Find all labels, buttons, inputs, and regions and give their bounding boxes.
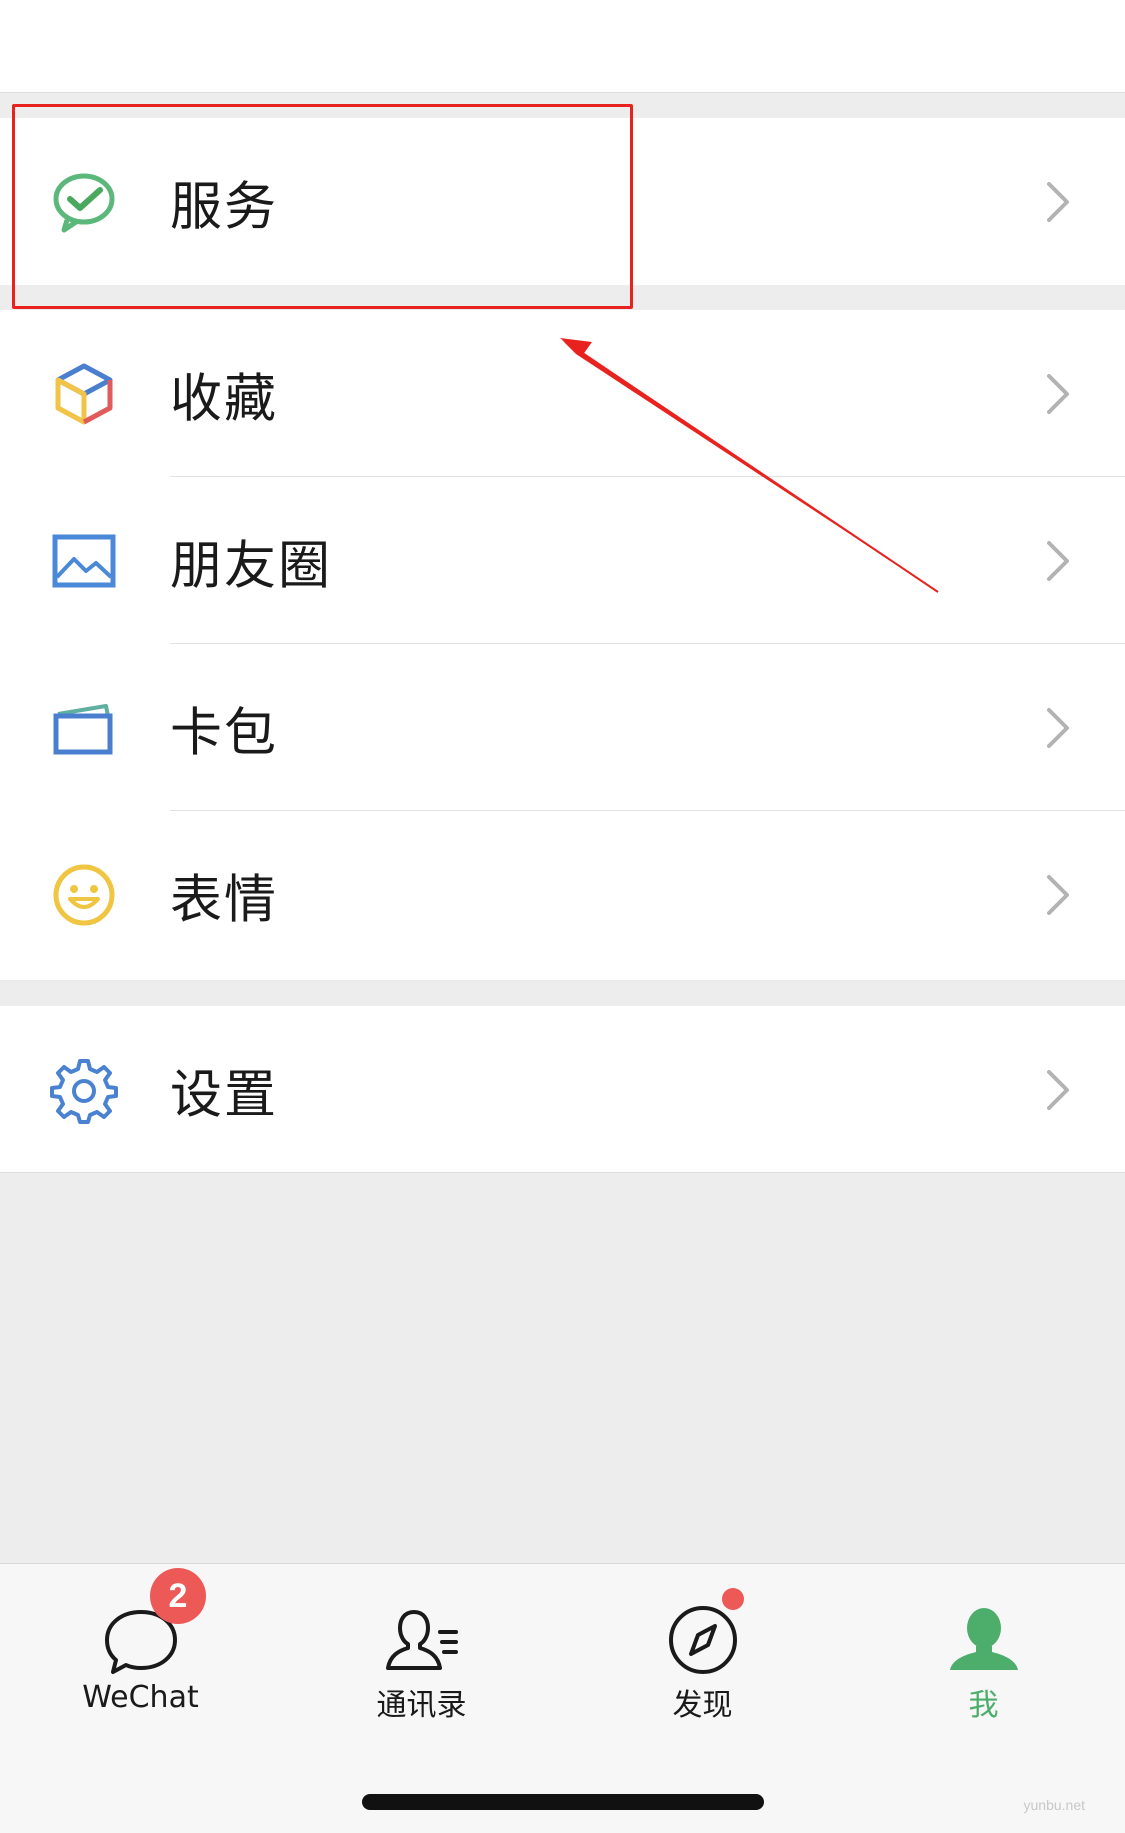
menu-item-label: 收藏 <box>170 369 279 429</box>
tab-me[interactable]: 我 <box>843 1564 1124 1744</box>
tab-label: 通讯录 <box>376 1688 467 1723</box>
cube-icon <box>50 360 118 428</box>
menu-item-label: 卡包 <box>170 703 279 763</box>
me-page: 服务 收藏 朋友圈 卡包 表情 设置 2 WeChat 通讯录 发现 我 yun… <box>0 0 1125 1833</box>
menu-item-label: 朋友圈 <box>170 536 333 596</box>
notification-dot <box>722 1588 744 1610</box>
menu-item-settings[interactable]: 设置 <box>0 1006 1125 1173</box>
tab-contacts[interactable]: 通讯录 <box>281 1564 562 1744</box>
tab-label: 我 <box>968 1688 999 1723</box>
bottom-tab-bar: 2 WeChat 通讯录 发现 我 <box>0 1563 1125 1833</box>
gear-icon <box>50 1056 118 1124</box>
wallet-icon <box>50 694 118 762</box>
settings-group: 设置 <box>0 1006 1125 1173</box>
chevron-right-icon <box>1043 873 1073 917</box>
chevron-right-icon <box>1043 539 1073 583</box>
contacts-icon <box>380 1598 464 1682</box>
menu-item-favorites[interactable]: 收藏 <box>0 310 1125 477</box>
chevron-right-icon <box>1043 1068 1073 1112</box>
picture-icon <box>50 527 118 595</box>
annotation-highlight-box <box>12 104 633 309</box>
compass-icon <box>661 1598 745 1682</box>
main-menu-group: 收藏 朋友圈 卡包 表情 <box>0 310 1125 980</box>
menu-item-stickers[interactable]: 表情 <box>0 811 1125 978</box>
tab-discover[interactable]: 发现 <box>562 1564 843 1744</box>
top-area <box>0 0 1125 93</box>
watermark: yunbu.net <box>1023 1797 1086 1813</box>
person-icon <box>942 1598 1026 1682</box>
tab-label: 发现 <box>672 1688 733 1723</box>
menu-item-moments[interactable]: 朋友圈 <box>0 477 1125 644</box>
smiley-icon <box>50 861 118 929</box>
chevron-right-icon <box>1043 180 1073 224</box>
unread-badge: 2 <box>150 1568 206 1624</box>
chevron-right-icon <box>1043 372 1073 416</box>
menu-item-label: 表情 <box>170 870 279 930</box>
menu-item-label: 设置 <box>170 1065 279 1125</box>
home-indicator <box>362 1794 764 1810</box>
menu-item-cards[interactable]: 卡包 <box>0 644 1125 811</box>
tab-wechat[interactable]: 2 WeChat <box>0 1564 281 1744</box>
chevron-right-icon <box>1043 706 1073 750</box>
tab-label: WeChat <box>82 1680 199 1715</box>
